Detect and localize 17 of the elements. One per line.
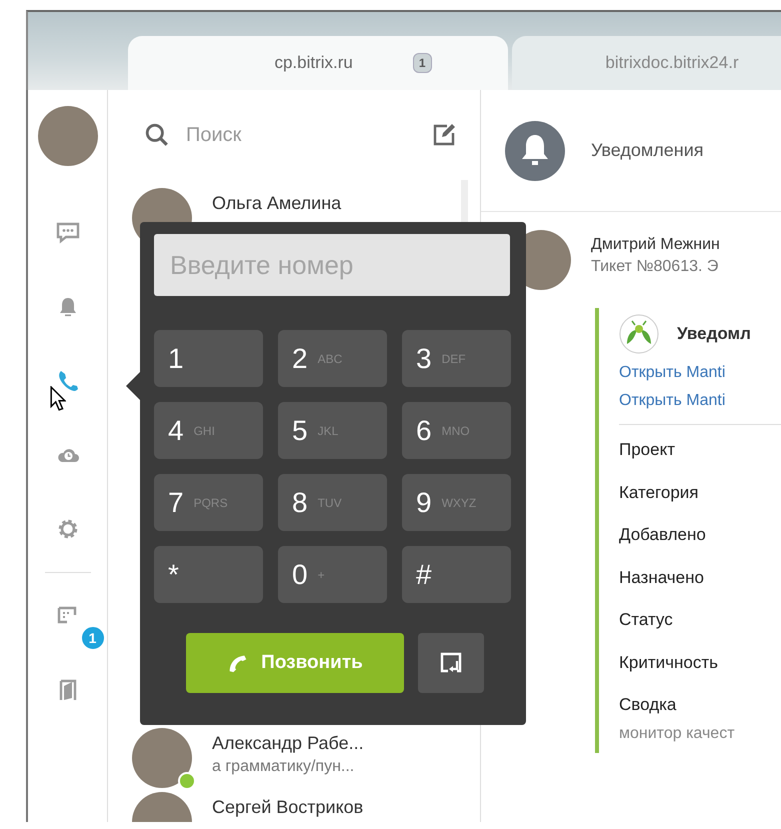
field-label: Критичность bbox=[619, 652, 719, 674]
contact-name: Александр Рабе... bbox=[212, 733, 364, 754]
field-label: Сводка bbox=[619, 694, 678, 716]
attachment-title: Уведомл bbox=[677, 324, 751, 344]
notification-text: Тикет №80613. Э bbox=[591, 258, 720, 276]
counter-badge: 1 bbox=[80, 625, 106, 651]
field-label: Статус bbox=[619, 609, 674, 631]
panel-title: Уведомления bbox=[591, 140, 704, 161]
field-label: Добавлено bbox=[619, 524, 707, 546]
contact-name: Ольга Амелина bbox=[212, 193, 342, 214]
field-label: Категория bbox=[619, 482, 700, 504]
last-message: а грамматику/пун... bbox=[212, 758, 356, 776]
contact-name: Сергей Востриков bbox=[212, 797, 364, 818]
field-label: Проект bbox=[619, 439, 676, 461]
summary-text: монитор качест bbox=[619, 724, 736, 742]
tab-counter: 1 bbox=[412, 53, 432, 73]
field-label: Назначено bbox=[619, 566, 705, 588]
